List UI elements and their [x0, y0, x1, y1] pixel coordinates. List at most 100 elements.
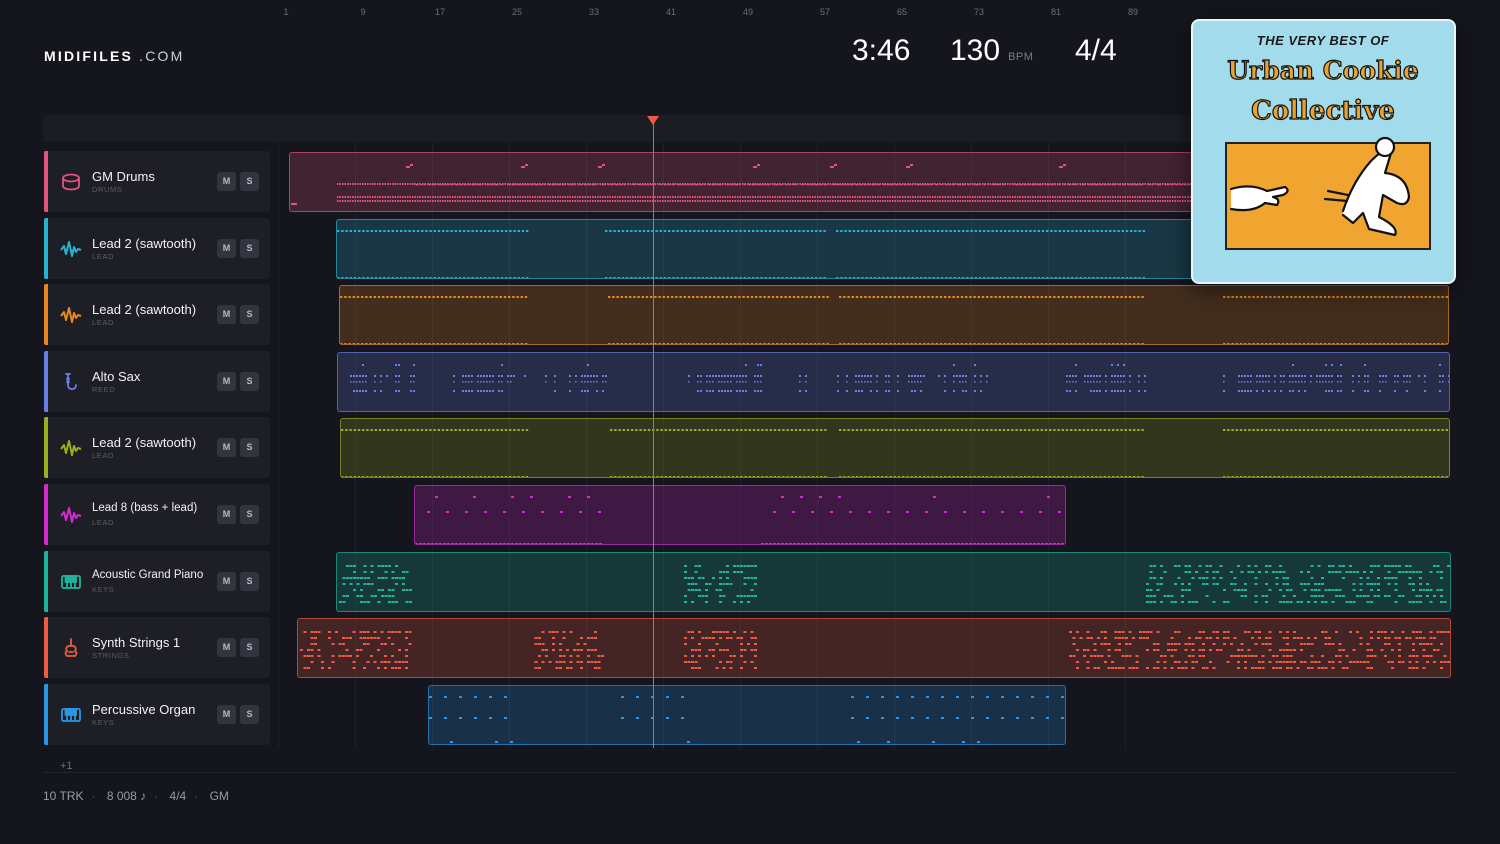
track-category: LEAD — [92, 251, 114, 261]
track-category: LEAD — [92, 318, 114, 328]
track-color-bar — [44, 617, 48, 679]
drum-icon — [60, 171, 82, 193]
midi-region[interactable] — [414, 485, 1066, 545]
footer-divider — [43, 772, 1456, 773]
tempo-unit: BPM — [1008, 51, 1034, 63]
footer-meter: 4/4 — [169, 789, 187, 803]
track-category: KEYS — [92, 717, 115, 727]
saxophone-icon — [60, 371, 82, 393]
track-header[interactable]: Alto Sax REED M S — [44, 350, 270, 412]
more-tracks-indicator[interactable]: +1 — [60, 760, 73, 772]
note-count: 8 008 ♪ — [106, 789, 147, 803]
solo-button[interactable]: S — [240, 371, 259, 391]
track-name: Acoustic Grand Piano — [92, 568, 204, 581]
ruler-tick-label: 41 — [665, 7, 677, 17]
ruler-tick-label: 17 — [434, 7, 446, 17]
brand-logo: MIDIFILES .COM — [44, 48, 184, 64]
tempo-value: 130 — [950, 34, 1001, 67]
piano-icon — [60, 571, 82, 593]
ruler-tick-label: 25 — [511, 7, 523, 17]
solo-button[interactable]: S — [240, 305, 259, 325]
solo-button[interactable]: S — [240, 638, 259, 658]
track-header[interactable]: GM Drums DRUMS M S — [44, 151, 270, 212]
playhead-line[interactable] — [653, 123, 654, 748]
track-category: LEAD — [92, 451, 114, 461]
track-name: Synth Strings 1 — [92, 635, 181, 651]
track-color-bar — [44, 417, 48, 479]
ruler-tick-label: 65 — [896, 7, 908, 17]
mute-button[interactable]: M — [217, 638, 236, 658]
midi-region[interactable] — [428, 684, 1066, 745]
mute-button[interactable]: M — [217, 571, 236, 591]
mute-button[interactable]: M — [217, 238, 236, 258]
track-name: Lead 2 (sawtooth) — [92, 302, 197, 318]
track-color-bar — [44, 217, 48, 279]
track-header[interactable]: Percussive Organ KEYS M S — [44, 683, 270, 745]
track-name: GM Drums — [92, 169, 155, 184]
track-category: LEAD — [92, 518, 114, 527]
solo-button[interactable]: S — [240, 505, 259, 524]
midi-region[interactable] — [340, 418, 1450, 479]
ruler-tick-label: 73 — [973, 7, 985, 17]
track-category: REED — [92, 384, 116, 394]
track-name: Lead 8 (bass + lead) — [92, 502, 198, 514]
violin-icon — [60, 637, 82, 659]
track-category: KEYS — [92, 584, 115, 594]
track-name: Alto Sax — [92, 368, 141, 384]
ruler-tick-label: 1 — [283, 7, 289, 17]
solo-button[interactable]: S — [240, 571, 259, 591]
mute-button[interactable]: M — [217, 305, 236, 325]
ruler-tick-label: 89 — [1127, 7, 1139, 17]
midi-region[interactable] — [297, 618, 1451, 679]
mute-button[interactable]: M — [217, 505, 236, 524]
track-name: Lead 2 (sawtooth) — [92, 235, 197, 251]
track-count: 10 TRK — [43, 789, 84, 803]
brand-name: MIDIFILES — [44, 48, 134, 64]
solo-button[interactable]: S — [240, 438, 259, 458]
grid-line — [278, 142, 279, 748]
track-color-bar — [44, 284, 48, 346]
ruler-tick-label: 49 — [742, 7, 754, 17]
ruler-tick-label: 9 — [360, 7, 366, 17]
album-artwork: THE VERY BEST OF Urban Cookie Collective — [1191, 19, 1456, 284]
ruler-tick-label: 81 — [1050, 7, 1062, 17]
brand-suffix: .COM — [139, 48, 185, 64]
track-header[interactable]: Synth Strings 1 STRINGS M S — [44, 617, 270, 679]
solo-button[interactable]: S — [240, 704, 259, 724]
time-signature-display: 4/4 — [1075, 34, 1117, 67]
waveform-icon — [60, 504, 82, 526]
piano-icon — [60, 704, 82, 726]
footer-standard: GM — [209, 789, 229, 803]
waveform-icon — [60, 437, 82, 459]
album-title-line3: Collective — [1251, 96, 1395, 126]
ruler-tick-label: 57 — [819, 7, 831, 17]
waveform-icon — [60, 238, 82, 260]
solo-button[interactable]: S — [240, 238, 259, 258]
track-category: DRUMS — [92, 185, 123, 194]
ruler-tick-label: 33 — [588, 7, 600, 17]
album-title-line2: Urban Cookie — [1227, 56, 1419, 85]
waveform-icon — [60, 304, 82, 326]
mute-button[interactable]: M — [217, 704, 236, 724]
mute-button[interactable]: M — [217, 438, 236, 458]
track-category: STRINGS — [92, 651, 130, 661]
track-color-bar — [44, 350, 48, 412]
track-header[interactable]: Lead 2 (sawtooth) LEAD M S — [44, 417, 270, 479]
album-title-line1: THE VERY BEST OF — [1257, 33, 1390, 48]
track-name: Percussive Organ — [92, 701, 196, 717]
track-color-bar — [44, 683, 48, 745]
track-header[interactable]: Lead 2 (sawtooth) LEAD M S — [44, 284, 270, 346]
track-header[interactable]: Acoustic Grand Piano KEYS M S — [44, 550, 270, 612]
track-header[interactable]: Lead 2 (sawtooth) LEAD M S — [44, 217, 270, 279]
track-color-bar — [44, 550, 48, 612]
solo-button[interactable]: S — [240, 172, 259, 191]
track-color-bar — [44, 151, 48, 212]
midi-region[interactable] — [336, 551, 1451, 612]
mute-button[interactable]: M — [217, 371, 236, 391]
midi-region[interactable] — [339, 285, 1449, 346]
midi-region[interactable] — [337, 351, 1450, 412]
track-header[interactable]: Lead 8 (bass + lead) LEAD M S — [44, 484, 270, 545]
track-color-bar — [44, 484, 48, 545]
track-name: Lead 2 (sawtooth) — [92, 435, 197, 451]
mute-button[interactable]: M — [217, 172, 236, 191]
